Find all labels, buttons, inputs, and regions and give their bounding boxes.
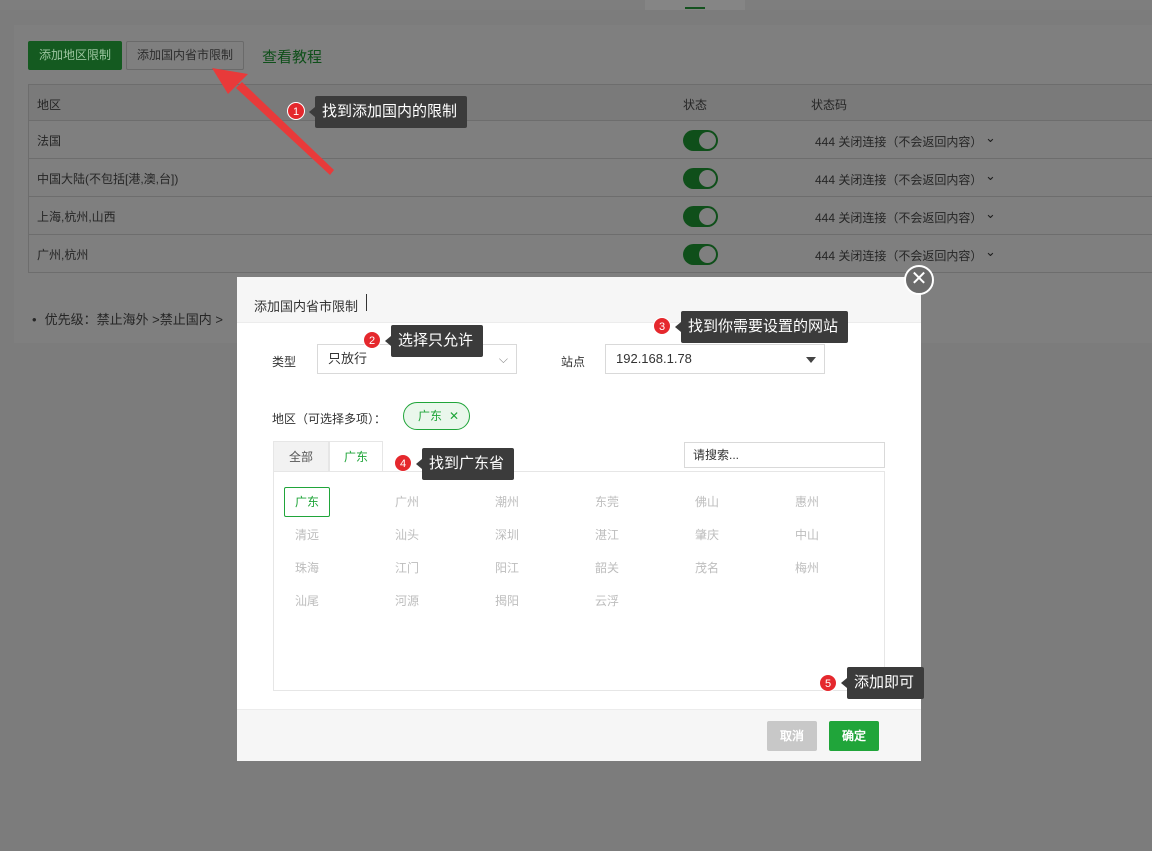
type-label: 类型 — [272, 355, 297, 369]
site-select[interactable]: 192.168.1.78 — [605, 344, 825, 374]
city-option[interactable]: 江门 — [384, 553, 430, 583]
city-option[interactable]: 揭阳 — [484, 586, 530, 616]
table-row: 上海,杭州,山西 444 关闭连接（不会返回内容） ⌄ — [29, 197, 1152, 235]
cancel-button[interactable]: 取消 — [767, 721, 817, 751]
annotation-callout-1: 找到添加国内的限制 — [308, 96, 468, 128]
table-row: 中国大陆(不包括[港,澳,台]) 444 关闭连接（不会返回内容） ⌄ — [29, 159, 1152, 197]
row-status-code[interactable]: 444 关闭连接（不会返回内容） — [815, 133, 982, 150]
row-status-code[interactable]: 444 关闭连接（不会返回内容） — [815, 247, 982, 264]
annotation-callout-2: 选择只允许 — [384, 325, 484, 357]
chevron-down-icon[interactable]: ⌄ — [985, 130, 996, 146]
chevron-down-icon[interactable]: ⌄ — [985, 244, 996, 260]
city-option[interactable]: 清远 — [284, 520, 330, 550]
city-option[interactable]: 广州 — [384, 487, 430, 517]
add-domestic-limit-dialog: 添加国内省市限制 类型 只放行 ⌵ 站点 192.168.1.78 地区（可选择… — [237, 277, 921, 761]
city-option[interactable]: 广东 — [284, 487, 330, 517]
add-region-limit-button[interactable]: 添加地区限制 — [28, 41, 122, 70]
row-region: 中国大陆(不包括[港,澳,台]) — [37, 172, 179, 186]
row-region: 广州,杭州 — [37, 248, 89, 262]
close-dialog-button[interactable]: ✕ — [904, 265, 934, 295]
status-toggle[interactable] — [683, 244, 718, 265]
text-cursor — [366, 294, 367, 311]
region-search-input[interactable]: 请搜索... — [684, 442, 885, 468]
region-picker: 全部 广东 请搜索... 广东 广州 潮州 东莞 佛山 惠州 清远 汕头 深圳 湛江 肇庆 中山 珠海江… — [273, 441, 885, 691]
city-option[interactable]: 阳江 — [484, 553, 530, 583]
step-badge-5: 5 — [819, 674, 837, 692]
city-option[interactable]: 肇庆 — [684, 520, 730, 550]
region-label: 地区（可选择多项）： — [272, 412, 387, 426]
status-toggle[interactable] — [683, 206, 718, 227]
city-option[interactable]: 珠海 — [284, 553, 330, 583]
annotation-callout-5: 添加即可 — [840, 667, 925, 699]
tab-all[interactable]: 全部 — [273, 441, 329, 472]
selected-region-tag-label: 广东 — [418, 409, 443, 423]
city-option[interactable]: 深圳 — [484, 520, 530, 550]
step-badge-2: 2 — [363, 331, 381, 349]
row-region: 上海,杭州,山西 — [37, 210, 116, 224]
status-toggle[interactable] — [683, 168, 718, 189]
active-tab-indicator — [685, 7, 705, 9]
selected-region-tag[interactable]: 广东 ✕ — [403, 402, 470, 430]
row-status-code[interactable]: 444 关闭连接（不会返回内容） — [815, 209, 982, 226]
city-option[interactable]: 云浮 — [584, 586, 630, 616]
city-option[interactable]: 中山 — [784, 520, 830, 550]
city-option[interactable]: 惠州 — [784, 487, 830, 517]
table-header: 地区 状态 状态码 — [29, 85, 1152, 121]
top-tab-strip — [0, 0, 1152, 10]
city-option[interactable]: 潮州 — [484, 487, 530, 517]
city-option[interactable]: 湛江 — [584, 520, 630, 550]
step-badge-3: 3 — [653, 317, 671, 335]
city-option[interactable]: 韶关 — [584, 553, 630, 583]
dialog-footer: 取消 确定 — [237, 709, 921, 761]
city-option[interactable]: 河源 — [384, 586, 430, 616]
city-option[interactable]: 茂名 — [684, 553, 730, 583]
site-select-value: 192.168.1.78 — [616, 351, 692, 366]
chevron-down-icon: ⌵ — [498, 352, 508, 366]
row-status-code[interactable]: 444 关闭连接（不会返回内容） — [815, 171, 982, 188]
chevron-down-icon[interactable]: ⌄ — [985, 168, 996, 184]
step-badge-1: 1 — [287, 102, 305, 120]
city-grid: 广东 广州 潮州 东莞 佛山 惠州清远 汕头 深圳 湛江 肇庆 中山珠海 江门 阳江 韶关 茂名 梅州汕尾 河源… — [273, 471, 885, 691]
table-row: 法国 444 关闭连接（不会返回内容） ⌄ — [29, 121, 1152, 159]
row-region: 法国 — [37, 134, 62, 148]
step-badge-4: 4 — [394, 454, 412, 472]
annotation-callout-3: 找到你需要设置的网站 — [674, 311, 849, 343]
header-region: 地区 — [37, 98, 62, 112]
header-status: 状态 — [683, 98, 708, 112]
city-option[interactable]: 汕尾 — [284, 586, 330, 616]
city-option[interactable]: 东莞 — [584, 487, 630, 517]
city-option[interactable]: 梅州 — [784, 553, 830, 583]
remove-tag-icon[interactable]: ✕ — [449, 403, 459, 429]
site-label: 站点 — [561, 355, 586, 369]
city-option[interactable]: 佛山 — [684, 487, 730, 517]
dialog-title: 添加国内省市限制 — [254, 299, 359, 314]
chevron-down-icon[interactable]: ⌄ — [985, 206, 996, 222]
priority-note: 优先级：禁止海外 >禁止国内 > — [32, 309, 223, 328]
annotation-callout-4: 找到广东省 — [415, 448, 515, 480]
table-row: 广州,杭州 444 关闭连接（不会返回内容） ⌄ — [29, 235, 1152, 273]
type-select-value: 只放行 — [328, 351, 368, 366]
city-option[interactable]: 汕头 — [384, 520, 430, 550]
confirm-button[interactable]: 确定 — [829, 721, 879, 751]
header-status-code: 状态码 — [811, 98, 848, 112]
tab-guangdong[interactable]: 广东 — [329, 441, 383, 472]
caret-down-icon — [806, 357, 816, 363]
region-limit-table: 地区 状态 状态码 法国 444 关闭连接（不会返回内容） ⌄ 中国大陆(不包括… — [28, 84, 1152, 273]
status-toggle[interactable] — [683, 130, 718, 151]
